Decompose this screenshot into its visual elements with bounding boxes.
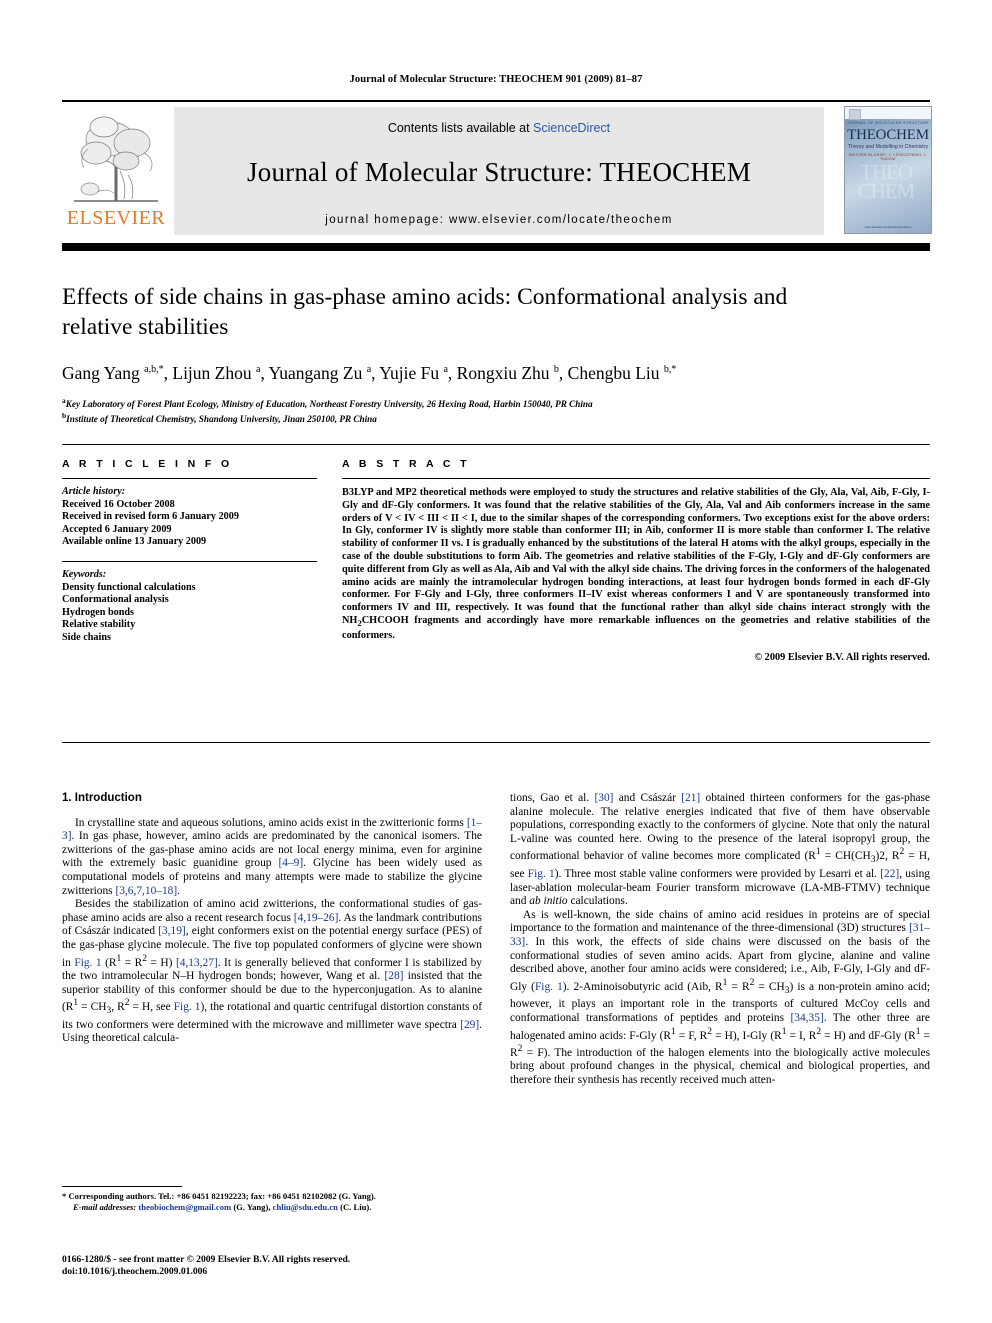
abstract-column: A B S T R A C T B3LYP and MP2 theoretica… (342, 458, 930, 663)
citation-link[interactable]: Fig. 1 (74, 956, 101, 968)
email-owner-2: (C. Liu). (340, 1201, 372, 1212)
title-block: Effects of side chains in gas-phase amin… (62, 282, 822, 426)
cover-tagline: Theory and Modelling in Chemistry (847, 144, 929, 150)
page-title: Effects of side chains in gas-phase amin… (62, 284, 788, 340)
elsevier-tree-icon (68, 109, 164, 205)
email-label: E-mail addresses: (73, 1201, 137, 1212)
sciencedirect-link[interactable]: ScienceDirect (533, 121, 610, 135)
citation-link[interactable]: [3,6,7,10–18] (115, 885, 177, 897)
title-bottom-rule (62, 444, 930, 445)
article-info-heading: A R T I C L E I N F O (62, 458, 233, 470)
bottom-matter: 0166-1280/$ - see front matter © 2009 El… (62, 1254, 582, 1278)
keyword-item: Hydrogen bonds (62, 606, 134, 618)
keyword-item: Density functional calculations (62, 581, 196, 593)
affiliation-b: bInstitute of Theoretical Chemistry, Sha… (62, 411, 377, 425)
cover-footer-url: www.elsevier.com/locate/theochem (864, 225, 912, 229)
journal-masthead: ELSEVIER Contents lists available at Sci… (62, 100, 932, 242)
footnote-rule (62, 1186, 182, 1187)
elsevier-wordmark: ELSEVIER (66, 207, 166, 229)
citation-link[interactable]: [34,35] (790, 1012, 823, 1024)
citation-link[interactable]: Fig. 1 (528, 868, 555, 880)
citation-link[interactable]: Fig. 1 (174, 1001, 201, 1013)
email-owner-1: (G. Yang), (233, 1201, 271, 1212)
footnote-corresponding: * Corresponding authors. Tel.: +86 0451 … (62, 1191, 376, 1201)
citation-link[interactable]: [4–9] (278, 857, 303, 869)
body-column-right: tions, Gao et al. [30] and Császár [21] … (510, 792, 930, 1088)
keyword-item: Side chains (62, 631, 111, 643)
keywords-label: Keywords: (62, 568, 107, 580)
article-info-column: A R T I C L E I N F O Article history: R… (62, 458, 317, 645)
keywords-divider (62, 560, 317, 562)
paragraph: In crystalline state and aqueous solutio… (62, 816, 482, 897)
history-item: Accepted 6 January 2009 (62, 523, 172, 535)
citation-link[interactable]: [30] (594, 792, 613, 804)
journal-title: Journal of Molecular Structure: THEOCHEM (247, 157, 751, 187)
article-history-group: Article history: Received 16 October 200… (62, 486, 317, 549)
paragraph: As is well-known, the side chains of ami… (510, 908, 931, 1087)
doi-line[interactable]: doi:10.1016/j.theochem.2009.01.006 (62, 1266, 582, 1278)
abstract-copyright: © 2009 Elsevier B.V. All rights reserved… (754, 651, 930, 663)
footnote-star-icon: * (62, 1191, 67, 1201)
article-history-label: Article history: (62, 486, 126, 497)
corresponding-author-footnote: * Corresponding authors. Tel.: +86 0451 … (62, 1186, 482, 1212)
citation-link[interactable]: [4,13,27] (176, 956, 218, 968)
abstract-heading: A B S T R A C T (342, 458, 470, 470)
cover-masthead-small: JOURNAL OF MOLECULAR STRUCTURE (846, 121, 930, 125)
history-item: Received 16 October 2008 (62, 498, 175, 510)
contents-prefix: Contents lists available at (387, 121, 534, 135)
affiliation-a: aKey Laboratory of Forest Plant Ecology,… (62, 395, 593, 409)
citation-link[interactable]: [31–33] (510, 922, 930, 948)
abstract-text: B3LYP and MP2 theoretical methods were e… (342, 487, 930, 641)
citation-link[interactable]: [28] (384, 970, 403, 982)
citation-link[interactable]: [1–3] (62, 817, 482, 843)
affiliations: aKey Laboratory of Forest Plant Ecology,… (62, 395, 822, 426)
cover-publisher-mark-icon (849, 109, 861, 120)
citation-link[interactable]: [29] (460, 1019, 479, 1031)
journal-cover-thumbnail: JOURNAL OF MOLECULAR STRUCTURE THEOCHEM … (844, 106, 932, 234)
paper-page: Journal of Molecular Structure: THEOCHEM… (0, 0, 992, 1323)
citation-link[interactable]: [22] (880, 868, 899, 880)
paragraph: Besides the stabilization of amino acid … (62, 898, 483, 1045)
author-list: Gang Yang a,b,*, Lijun Zhou a, Yuangang … (62, 362, 677, 383)
abstract-bottom-rule (62, 742, 930, 743)
keyword-item: Relative stability (62, 619, 136, 631)
email-link-2[interactable]: chliu@sdu.edu.cn (273, 1202, 338, 1212)
masthead-bottom-rule (62, 243, 930, 251)
cover-ghost-text: THEO CHEM (857, 160, 916, 203)
contents-available-line: Contents lists available at ScienceDirec… (174, 121, 824, 135)
section-title-introduction: 1. Introduction (62, 792, 142, 804)
issn-line: 0166-1280/$ - see front matter © 2009 El… (62, 1254, 351, 1265)
history-item: Received in revised form 6 January 2009 (62, 511, 239, 523)
citation-link[interactable]: Fig. 1 (535, 981, 563, 993)
journal-band: Contents lists available at ScienceDirec… (174, 107, 824, 235)
history-item: Available online 13 January 2009 (62, 536, 207, 548)
citation-link[interactable]: [21] (681, 792, 700, 804)
footnote-emails: E-mail addresses: theobiochem@gmail.com … (62, 1202, 482, 1213)
paragraph: tions, Gao et al. [30] and Császár [21] … (510, 792, 931, 908)
email-link-1[interactable]: theobiochem@gmail.com (138, 1202, 231, 1212)
keyword-item: Conformational analysis (62, 594, 169, 606)
article-info-rule (62, 478, 317, 479)
citation-link[interactable]: [4,19–26] (294, 912, 339, 924)
abstract-rule (342, 478, 930, 479)
keywords-group: Keywords: Density functional calculation… (62, 569, 317, 645)
citation-link[interactable]: [3,19] (158, 925, 186, 937)
elsevier-logo: ELSEVIER (64, 107, 168, 235)
body-column-left: 1. Introduction In crystalline state and… (62, 792, 482, 1046)
journal-homepage[interactable]: journal homepage: www.elsevier.com/locat… (174, 214, 824, 226)
cover-journal-name: THEOCHEM (847, 127, 929, 143)
running-head: Journal of Molecular Structure: THEOCHEM… (349, 74, 643, 85)
